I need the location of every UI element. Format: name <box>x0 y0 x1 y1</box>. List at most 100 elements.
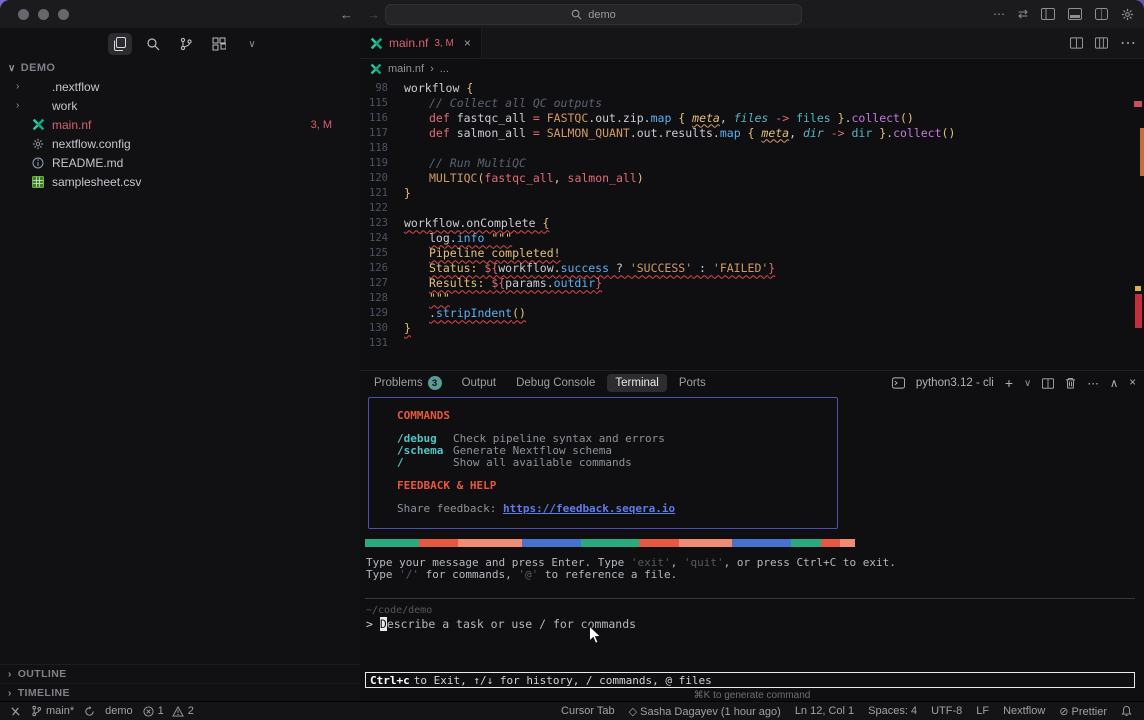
line-number: 129 <box>360 307 388 319</box>
swap-arrows-icon[interactable]: ⇄ <box>1018 7 1028 21</box>
sync-indicator[interactable] <box>84 706 95 717</box>
file-item-samplesheet-csv[interactable]: samplesheet.csv <box>0 172 360 191</box>
window-controls[interactable] <box>18 9 69 20</box>
panel-more-actions-icon[interactable]: ⋯ <box>1087 376 1099 390</box>
code-line: 120MULTIQC(fastqc_all, salmon_all) <box>360 170 1144 185</box>
problems-count-badge: 3 <box>428 376 442 390</box>
panel-tab-debug-console[interactable]: Debug Console <box>508 374 603 392</box>
file-item-work[interactable]: ›work <box>0 96 360 115</box>
terminal-divider <box>365 598 1135 599</box>
close-window-button[interactable] <box>18 9 29 20</box>
mouse-cursor <box>588 625 602 645</box>
feedback-link[interactable]: https://feedback.seqera.io <box>503 502 675 515</box>
keybind-help-text: to Exit, ↑/↓ for history, / commands, @ … <box>414 674 712 687</box>
panel-tab-output[interactable]: Output <box>454 374 505 392</box>
settings-gear-icon[interactable] <box>1121 8 1134 21</box>
status-item-spaces-4[interactable]: Spaces: 4 <box>868 705 917 717</box>
tab-close-icon[interactable]: × <box>464 36 471 50</box>
status-item-utf-8[interactable]: UTF-8 <box>931 705 962 717</box>
trash-icon[interactable] <box>1065 377 1076 389</box>
editor-more-actions-icon[interactable]: ⋯ <box>1120 33 1136 53</box>
file-item-nextflow-config[interactable]: nextflow.config <box>0 134 360 153</box>
more-views-chevron-icon[interactable]: ∨ <box>240 33 264 55</box>
status-item-lf[interactable]: LF <box>976 705 989 717</box>
line-number: 121 <box>360 187 388 199</box>
editor-tabbar: main.nf 3, M × ⋯ <box>360 28 1144 59</box>
terminal-instance-label[interactable]: python3.12 - cli <box>916 377 994 389</box>
breadcrumb-more[interactable]: ... <box>440 63 449 75</box>
outline-section[interactable]: › OUTLINE <box>0 664 360 683</box>
status-item-ln-12-col-1[interactable]: Ln 12, Col 1 <box>795 705 854 717</box>
toggle-panel-icon[interactable] <box>1068 8 1082 20</box>
search-value: demo <box>588 9 616 21</box>
panel-tabs: Problems 3 OutputDebug Console Terminal Port… <box>366 371 714 395</box>
feedback-label: Share feedback: <box>397 502 503 515</box>
bottom-panel: Problems 3 OutputDebug Console Terminal Port… <box>360 370 1144 702</box>
gradient-segment <box>732 539 791 547</box>
gear-icon <box>30 136 46 152</box>
status-item--prettier[interactable]: ⊘ Prettier <box>1059 705 1107 718</box>
maximize-panel-icon[interactable]: ∧ <box>1110 376 1118 390</box>
panel-tab-ports[interactable]: Ports <box>671 374 714 392</box>
source-control-icon[interactable] <box>174 33 198 55</box>
file-item--nextflow[interactable]: ›.nextflow <box>0 77 360 96</box>
code-editor[interactable]: 98workflow {115// Collect all QC outputs… <box>360 80 1144 370</box>
search-view-icon[interactable] <box>141 33 165 55</box>
editor-layout-icon[interactable] <box>1095 37 1108 49</box>
file-problem-badge: 3, M <box>311 119 332 131</box>
file-label: samplesheet.csv <box>52 175 141 189</box>
explorer-icon[interactable] <box>108 33 132 55</box>
workspace-label: demo <box>105 705 133 717</box>
gradient-segment <box>791 539 820 547</box>
split-terminal-icon[interactable] <box>1042 378 1054 389</box>
panel-tab-label: Terminal <box>615 377 658 389</box>
code-line: 98workflow { <box>360 80 1144 95</box>
workspace-indicator[interactable]: demo <box>105 705 133 717</box>
nav-back-icon[interactable]: ← <box>340 7 353 22</box>
close-panel-icon[interactable]: × <box>1129 377 1136 389</box>
toggle-sidebar-icon[interactable] <box>1041 8 1055 20</box>
more-actions-icon[interactable]: ⋯ <box>993 7 1005 21</box>
gradient-segment <box>522 539 581 547</box>
panel-tab-problems[interactable]: Problems 3 <box>366 373 450 393</box>
gradient-segment <box>419 539 458 547</box>
commands-heading: COMMANDS <box>397 410 837 422</box>
terminal-dropdown-chevron-icon[interactable]: ∨ <box>1024 378 1031 389</box>
split-editor-icon[interactable] <box>1070 37 1083 49</box>
folder-icon <box>30 79 46 95</box>
command-center-search[interactable]: demo <box>385 4 802 25</box>
layout-icon[interactable] <box>1095 8 1108 20</box>
prompt-char: > <box>366 617 373 631</box>
warning-icon <box>172 706 184 717</box>
zoom-window-button[interactable] <box>58 9 69 20</box>
tab-main-nf[interactable]: main.nf 3, M × <box>360 28 482 58</box>
notifications-bell-icon[interactable] <box>1121 705 1132 717</box>
timeline-label: TIMELINE <box>18 687 70 699</box>
file-item-main-nf[interactable]: main.nf3, M <box>0 115 360 134</box>
sidebar: ∨ ∨ DEMO ›.nextflow›workmain.nf3, Mnextf… <box>0 28 361 702</box>
breadcrumb-file[interactable]: main.nf <box>388 63 424 75</box>
nav-forward-icon[interactable]: → <box>367 7 380 22</box>
panel-tab-terminal[interactable]: Terminal <box>607 374 666 392</box>
panel-tab-label: Ports <box>679 377 706 389</box>
new-terminal-icon[interactable]: + <box>1005 375 1013 391</box>
file-item-readme-md[interactable]: README.md <box>0 153 360 172</box>
minimize-window-button[interactable] <box>38 9 49 20</box>
line-number: 126 <box>360 262 388 274</box>
chevron-right-icon: › <box>8 688 12 699</box>
timeline-section[interactable]: › TIMELINE <box>0 683 360 702</box>
ctrl-c-label: Ctrl+c <box>370 674 410 687</box>
explorer-section-header[interactable]: ∨ DEMO <box>8 62 55 74</box>
line-number: 119 <box>360 157 388 169</box>
breadcrumb[interactable]: main.nf › ... <box>360 58 1144 80</box>
remote-indicator[interactable] <box>10 706 21 717</box>
git-branch-indicator[interactable]: main* <box>31 705 74 717</box>
status-item--sasha-dagayev-1-hour-ag[interactable]: ◇ Sasha Dagayev (1 hour ago) <box>629 705 781 718</box>
status-item-nextflow[interactable]: Nextflow <box>1003 705 1045 717</box>
status-item-cursor-tab[interactable]: Cursor Tab <box>561 705 615 717</box>
extensions-icon[interactable] <box>207 33 231 55</box>
problems-indicator[interactable]: 1 2 <box>143 705 194 717</box>
terminal-keybind-bar: Ctrl+c to Exit, ↑/↓ for history, / comma… <box>365 672 1135 688</box>
line-number: 116 <box>360 112 388 124</box>
panel-tab-label: Problems <box>374 377 423 389</box>
